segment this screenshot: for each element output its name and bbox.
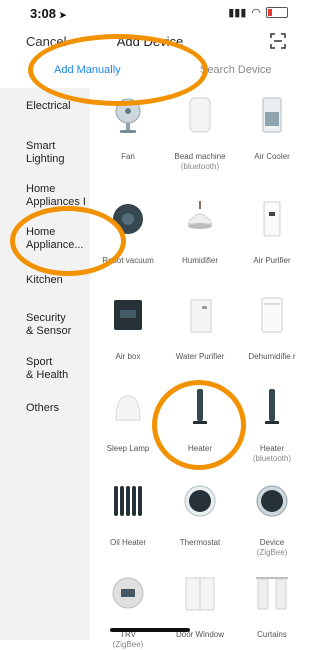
category-sport-health[interactable]: Sport & Health	[26, 356, 90, 382]
thermostat-icon	[184, 485, 216, 517]
category-others[interactable]: Others	[26, 402, 90, 415]
scan-icon[interactable]	[270, 33, 286, 49]
mode-tabs: Add Manually Search Device	[0, 58, 300, 88]
trv-icon	[112, 577, 144, 609]
air-box-icon	[114, 300, 142, 330]
robot-vacuum-icon	[113, 204, 143, 234]
status-time: 3:08 ➤	[30, 6, 67, 21]
wifi-icon: ◠	[251, 7, 261, 19]
category-electrical[interactable]: Electrical	[26, 100, 90, 113]
humidifier-icon	[187, 201, 213, 229]
air-purifier-icon	[263, 201, 281, 237]
page-title: Add Device	[116, 34, 184, 49]
fan-icon	[115, 98, 141, 133]
tab-search-device[interactable]: Search Device	[200, 64, 272, 76]
category-security-sensor[interactable]: Security & Sensor	[26, 312, 90, 338]
bead-machine-icon	[189, 97, 211, 133]
status-bar: 3:08 ➤ ▮▮▮ ◠	[0, 0, 300, 26]
signal-icon: ▮▮▮	[228, 7, 247, 19]
category-sidebar: Electrical Smart Lighting Home Appliance…	[0, 88, 90, 640]
sleep-lamp-icon	[115, 395, 141, 421]
category-home-appliances-2[interactable]: Home Appliance...	[26, 226, 90, 252]
heater-bluetooth-icon	[265, 389, 279, 424]
tab-add-manually[interactable]: Add Manually	[54, 64, 121, 76]
zigbee-device-icon	[256, 485, 288, 517]
air-cooler-icon	[262, 97, 282, 133]
oil-heater-icon	[114, 486, 142, 516]
location-icon: ➤	[59, 10, 67, 20]
water-purifier-icon	[190, 299, 212, 333]
category-kitchen[interactable]: Kitchen	[26, 274, 90, 287]
nav-bar: Cancel Add Device	[0, 28, 300, 56]
heater-icon	[193, 389, 207, 424]
category-smart-lighting[interactable]: Smart Lighting	[26, 140, 90, 166]
dehumidifier-icon	[261, 297, 283, 333]
home-indicator	[110, 628, 190, 632]
curtains-icon	[256, 577, 288, 610]
category-home-appliances-1[interactable]: Home Appliances I	[26, 183, 90, 209]
battery-icon	[266, 7, 288, 18]
door-window-icon	[185, 577, 215, 611]
